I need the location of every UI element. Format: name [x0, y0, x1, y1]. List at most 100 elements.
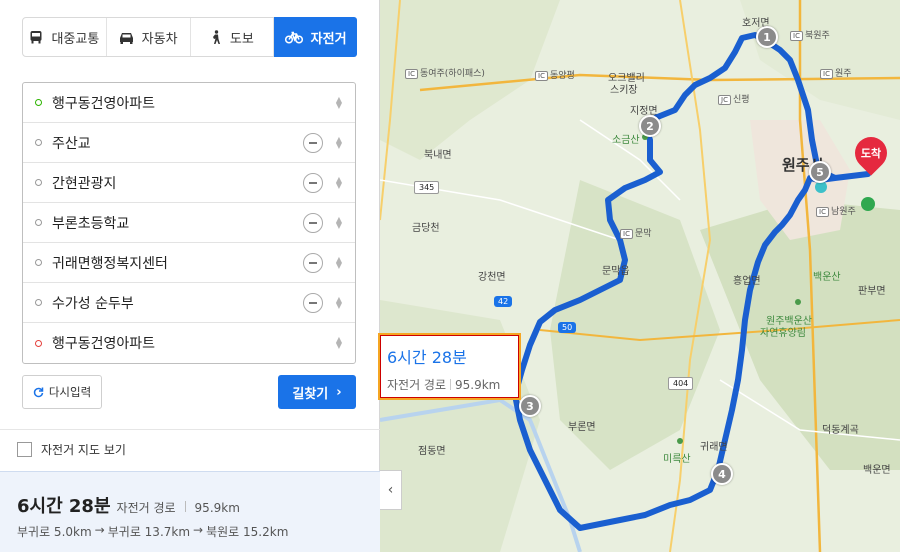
map-label: 북내면 — [424, 150, 452, 161]
map-label: 문막 — [634, 229, 652, 239]
tab-walk[interactable]: 도보 — [191, 18, 275, 56]
waypoint-via[interactable]: 수가성 순두부 ▲ ▼ — [23, 283, 355, 323]
drag-handle-icon[interactable]: ▲ ▼ — [335, 175, 343, 189]
waypoint-marker[interactable]: 3 — [519, 395, 541, 417]
map-label: IC 문막 — [620, 226, 652, 239]
bicycle-icon — [284, 31, 303, 44]
segment: 부귀로 5.0km — [17, 525, 92, 539]
route-summary[interactable]: 6시간 28분 자전거 경로 95.9km 부귀로 5.0km → 부귀로 13… — [0, 471, 380, 552]
map-label: 신평 — [732, 95, 750, 105]
bike-map-checkbox[interactable] — [17, 442, 32, 457]
map-label: 문막읍 — [602, 266, 630, 277]
map-label: 미륵산 — [663, 454, 691, 465]
route-distance: 95.9km — [455, 377, 501, 392]
waypoint-name: 귀래면행정복지센터 — [52, 255, 168, 272]
via-dot-icon — [35, 259, 42, 266]
remove-waypoint-icon[interactable] — [303, 292, 323, 313]
remove-waypoint-icon[interactable] — [303, 132, 323, 153]
map-label: IC 동양평 — [535, 68, 575, 81]
summary-time: 6시간 28분 — [17, 496, 111, 517]
drag-handle-icon[interactable]: ▲ ▼ — [335, 215, 343, 229]
map-label: 남원주 — [830, 207, 856, 217]
car-icon — [119, 32, 133, 44]
summary-segments: 부귀로 5.0km → 부귀로 13.7km → 북원로 15.2km — [17, 523, 288, 540]
waypoint-name: 행구동건영아파트 — [52, 336, 156, 352]
map-label: JC 신평 — [718, 92, 750, 105]
via-dot-icon — [35, 299, 42, 306]
waypoint-marker[interactable]: 4 — [711, 463, 733, 485]
map-label: 백운면 — [863, 465, 891, 476]
segment: 북원로 15.2km — [206, 525, 289, 539]
waypoint-marker[interactable]: 1 — [756, 26, 778, 48]
map-label: 북원주 — [804, 31, 830, 41]
remove-waypoint-icon[interactable] — [303, 172, 323, 193]
map-label: 스키장 — [610, 85, 638, 96]
route-info-box[interactable]: 6시간 28분 자전거 경로 95.9km — [378, 333, 521, 400]
map-label: 강천면 — [478, 272, 506, 283]
chevron-right-icon: › — [336, 384, 342, 400]
route-type: 자전거 경로 — [387, 378, 447, 392]
search-label: 길찾기 — [292, 386, 329, 402]
tab-label: 자동차 — [141, 31, 178, 47]
tab-bicycle[interactable]: 자전거 — [274, 17, 357, 57]
arrow-icon: → — [94, 523, 105, 537]
arrow-icon: → — [193, 523, 204, 537]
map-label: 흥업면 — [733, 276, 761, 287]
waypoint-via[interactable]: 부론초등학교 ▲ ▼ — [23, 203, 355, 243]
reset-label: 다시입력 — [48, 385, 92, 399]
reset-button[interactable]: 다시입력 — [22, 375, 102, 409]
separator — [450, 379, 452, 390]
collapse-panel-button[interactable]: ‹ — [380, 470, 402, 510]
waypoint-list: 행구동건영아파트 ▲ ▼ 주산교 ▲ ▼ 간현관광지 ▲ ▼ 부론초등학교 ▲ ▼ 귀래… — [22, 82, 356, 364]
waypoint-via[interactable]: 귀래면행정복지센터 ▲ ▼ — [23, 243, 355, 283]
via-dot-icon — [35, 219, 42, 226]
road-number: 404 — [668, 377, 694, 390]
remove-waypoint-icon[interactable] — [303, 252, 323, 273]
tab-transit[interactable]: 대중교통 — [23, 18, 107, 56]
map-view[interactable]: 호저면 IC 북원주 IC 원주 IC 동여주(하이패스) IC 동양평 오크밸리 스키… — [380, 0, 900, 552]
drag-handle-icon[interactable]: ▲ ▼ — [335, 95, 343, 109]
waypoint-via[interactable]: 간현관광지 ▲ ▼ — [23, 163, 355, 203]
waypoint-start[interactable]: 행구동건영아파트 ▲ ▼ — [23, 83, 355, 123]
waypoint-name: 간현관광지 — [52, 175, 117, 192]
directions-panel: 대중교통 자동차 도보 자전거 행구동건영아파트 ▲ ▼ 주산교 ▲ ▼ 간현관… — [0, 0, 380, 552]
walk-icon — [212, 29, 220, 44]
tab-label: 대중교통 — [51, 31, 100, 47]
summary-headline: 6시간 28분 자전거 경로 95.9km — [17, 492, 240, 518]
drag-handle-icon[interactable]: ▲ ▼ — [335, 295, 343, 309]
waypoint-end[interactable]: 행구동건영아파트 ▲ ▼ — [23, 323, 355, 363]
tab-label: 자전거 — [310, 31, 347, 47]
map-label: IC 원주 — [820, 66, 852, 79]
drag-handle-icon[interactable]: ▲ ▼ — [335, 336, 343, 350]
road-number: 50 — [558, 322, 577, 333]
bike-map-toggle[interactable]: 자전거 지도 보기 — [17, 441, 126, 458]
route-subinfo: 자전거 경로 95.9km — [387, 376, 512, 393]
map-label: 부론면 — [568, 422, 596, 433]
transport-mode-tabs: 대중교통 자동차 도보 자전거 — [22, 17, 357, 57]
drag-handle-icon[interactable]: ▲ ▼ — [335, 255, 343, 269]
tab-car[interactable]: 자동차 — [107, 18, 191, 56]
map-label: 원주 — [834, 69, 852, 79]
drag-handle-icon[interactable]: ▲ ▼ — [335, 135, 343, 149]
map-label: IC 남원주 — [816, 204, 856, 217]
map-label: 자연휴양림 — [760, 328, 806, 339]
remove-waypoint-icon[interactable] — [303, 212, 323, 233]
waypoint-via[interactable]: 주산교 ▲ ▼ — [23, 123, 355, 163]
bike-map-label: 자전거 지도 보기 — [41, 443, 126, 457]
tab-label: 도보 — [229, 31, 254, 47]
refresh-icon — [33, 387, 44, 397]
search-route-button[interactable]: 길찾기 › — [278, 375, 356, 409]
map-label: 판부면 — [858, 286, 886, 297]
map-label: 동여주(하이패스) — [419, 69, 485, 79]
waypoint-marker[interactable]: 5 — [809, 161, 831, 183]
waypoint-name: 행구동건영아파트 — [52, 95, 156, 112]
segment: 부귀로 13.7km — [107, 525, 191, 539]
map-label: IC 북원주 — [790, 28, 830, 41]
destination-label: 도착 — [860, 147, 882, 160]
end-dot-icon — [35, 339, 42, 347]
waypoint-marker[interactable]: 2 — [639, 115, 661, 137]
bus-icon — [30, 31, 42, 44]
map-label: 소금산 — [612, 135, 640, 146]
road-number: 345 — [414, 181, 440, 194]
waypoint-name: 수가성 순두부 — [52, 295, 134, 312]
